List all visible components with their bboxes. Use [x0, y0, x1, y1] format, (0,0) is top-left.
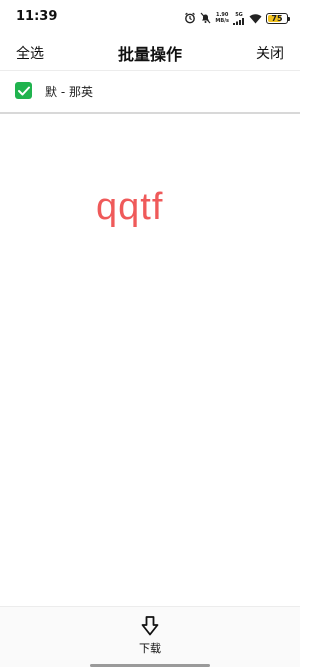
top-bar: 全选 批量操作 关闭 [0, 34, 300, 70]
page-title: 批量操作 [117, 45, 182, 64]
battery-icon: 75 [266, 12, 290, 24]
watermark-text: qqtf [96, 186, 164, 228]
checkbox-checked[interactable] [15, 82, 32, 99]
status-icons: 1.90 MB/s 5G 75 [184, 10, 290, 26]
download-label: 下载 [139, 642, 161, 655]
battery-tip [288, 16, 290, 21]
mute-bell-icon [200, 12, 211, 24]
network-speed-icon: 1.90 MB/s [215, 12, 229, 24]
network-speed-unit: MB/s [215, 18, 229, 24]
signal-icon: 5G [233, 12, 245, 25]
close-button[interactable]: 关闭 [256, 43, 284, 63]
download-arrow-icon [141, 616, 159, 636]
alarm-icon [184, 12, 196, 24]
status-time: 11:39 [16, 9, 58, 24]
download-button[interactable]: 下载 [125, 615, 175, 661]
wifi-icon [249, 13, 262, 24]
divider [0, 112, 300, 114]
battery-level: 75 [271, 13, 283, 23]
checkmark-icon [17, 86, 30, 95]
list-item[interactable]: 默 - 那英 [0, 71, 300, 112]
bottom-action-bar: 下载 [0, 606, 300, 667]
list-item-label: 默 - 那英 [45, 85, 93, 99]
status-bar: 11:39 1.90 MB/s 5G 75 [0, 0, 300, 34]
